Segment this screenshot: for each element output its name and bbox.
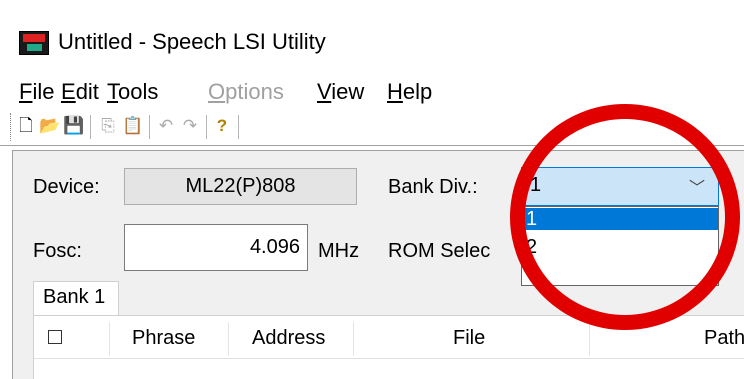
toolbar-grip[interactable] [10,113,13,141]
menu-tools[interactable]: Tools [107,79,158,105]
bank-div-label: Bank Div.: [388,176,478,198]
bank-div-value[interactable]: 1 [530,174,541,197]
open-folder-icon[interactable]: 📂 [39,115,60,137]
rom-select-label: ROM Selec [388,240,491,262]
device-label: Device: [33,176,100,198]
column-header-address[interactable]: Address [252,327,325,350]
toolbar-separator [238,115,239,139]
column-header-phrase[interactable]: Phrase [132,327,195,350]
undo-icon[interactable]: ↶ [156,115,176,137]
bank-div-option-1[interactable]: 1 [522,208,718,230]
tab-bank-1-label[interactable]: Bank 1 [43,286,105,309]
menu-file[interactable]: File [19,79,54,105]
redo-icon[interactable]: ↷ [180,115,200,137]
column-divider[interactable] [109,322,110,356]
toolbar-separator [90,115,91,139]
paste-icon[interactable]: 📋 [122,115,143,137]
fosc-value[interactable]: 4.096 [124,236,300,259]
toolbar-separator [206,115,207,139]
fosc-unit: MHz [318,240,360,262]
menu-options[interactable]: Options [208,79,284,105]
toolbar-separator [149,115,150,139]
fosc-label: Fosc: [33,240,82,262]
column-divider[interactable] [228,322,229,356]
menu-help[interactable]: Help [387,79,432,105]
device-value: ML22(P)808 [185,175,296,197]
speech-lsi-app-icon[interactable] [19,31,49,55]
bank-div-option-2[interactable]: 2 [522,236,718,258]
help-icon[interactable]: ? [212,115,232,137]
column-divider[interactable] [589,322,590,356]
bank-div-option-4[interactable]: 4 [522,259,718,281]
column-divider[interactable] [353,322,354,356]
toolbar-divider [0,145,744,146]
copy-icon[interactable]: ⎘ [98,115,118,137]
save-icon[interactable]: 💾 [63,115,84,137]
chevron-down-icon[interactable]: ﹀ [689,174,705,198]
menu-edit[interactable]: Edit [61,79,99,105]
new-file-icon[interactable]: 🗋 [16,115,36,137]
column-header-path[interactable]: Path [704,327,744,350]
menu-view[interactable]: View [317,79,364,105]
column-header-file[interactable]: File [453,327,485,350]
window-title: Untitled - Speech LSI Utility [58,29,326,54]
select-all-checkbox[interactable] [48,330,62,344]
